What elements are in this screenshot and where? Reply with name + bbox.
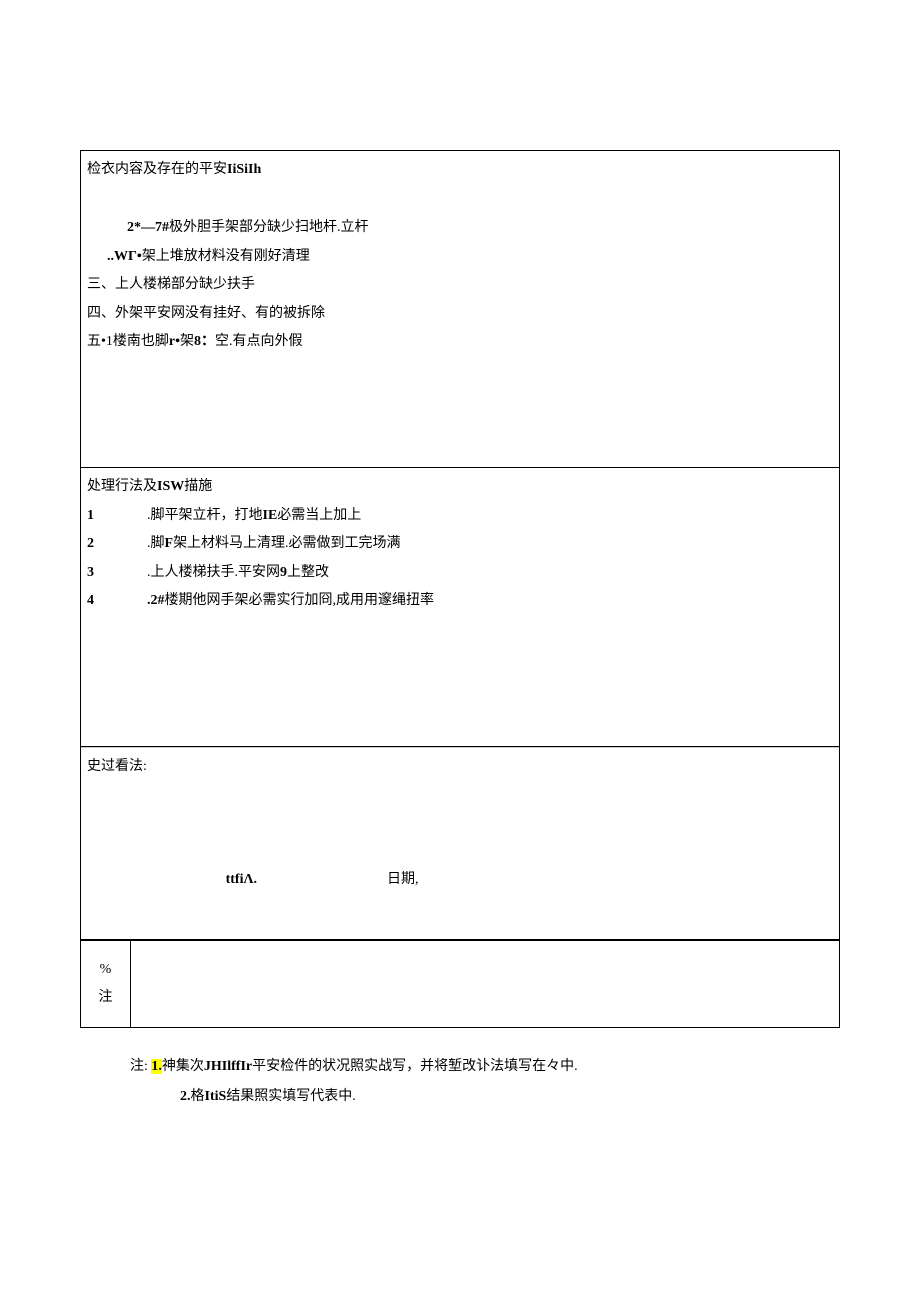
signer-label: ttfiΛ. [87,869,287,891]
review-title: 史过看法: [87,756,833,778]
footer-note-2: 2.格ItiS结果照实填写代表中. [130,1086,790,1108]
section2-title: 处理行法及ISW描施 [87,476,833,498]
action-1: 1 .脚平架立杆，打地IE必需当上加上 [87,505,833,527]
item-1: 2*—7#极外胆手架部分缺少扫地杆.立杆 [87,217,833,239]
review-section: 史过看法: ttfiΛ. 日期, [80,746,840,939]
action-3: 3 .上人楼梯扶手.平安网9上整改 [87,562,833,584]
action-2: 2 .脚F架上材料马上清理.必需做到工完场满 [87,533,833,555]
footer-note-1: 注: 1.神集次JHIlffIr平安检件的状况照实战写，并将堑改讣法填写在々中. [130,1056,790,1078]
item-5: 五•1楼南也脚r•架8：空.有点向外假 [87,331,833,353]
item-4: 四、外架平安网没有挂好、有的被拆除 [87,303,833,325]
item-2: ..WГ•架上堆放材料没有刚好清理 [87,246,833,268]
remark-section: % 注 [80,939,840,1028]
section1-title: 检衣内容及存在的平安IiSiIh [87,159,833,181]
signature-row: ttfiΛ. 日期, [87,849,833,931]
inspection-content-section: 检衣内容及存在的平安IiSiIh 2*—7#极外胆手架部分缺少扫地杆.立杆 ..… [80,150,840,467]
remark-content [131,941,839,1027]
item-3: 三、上人楼梯部分缺少扶手 [87,274,833,296]
action-4: 4 .2#楼期他网手架必需实行加冏,成用用邃绳扭率 [87,590,833,612]
footer-notes: 注: 1.神集次JHIlffIr平安检件的状况照实战写，并将堑改讣法填写在々中.… [80,1028,840,1109]
date-label: 日期, [287,869,419,891]
handling-section: 处理行法及ISW描施 1 .脚平架立杆，打地IE必需当上加上 2 .脚F架上材料… [80,467,840,746]
remark-label: % 注 [81,941,131,1027]
